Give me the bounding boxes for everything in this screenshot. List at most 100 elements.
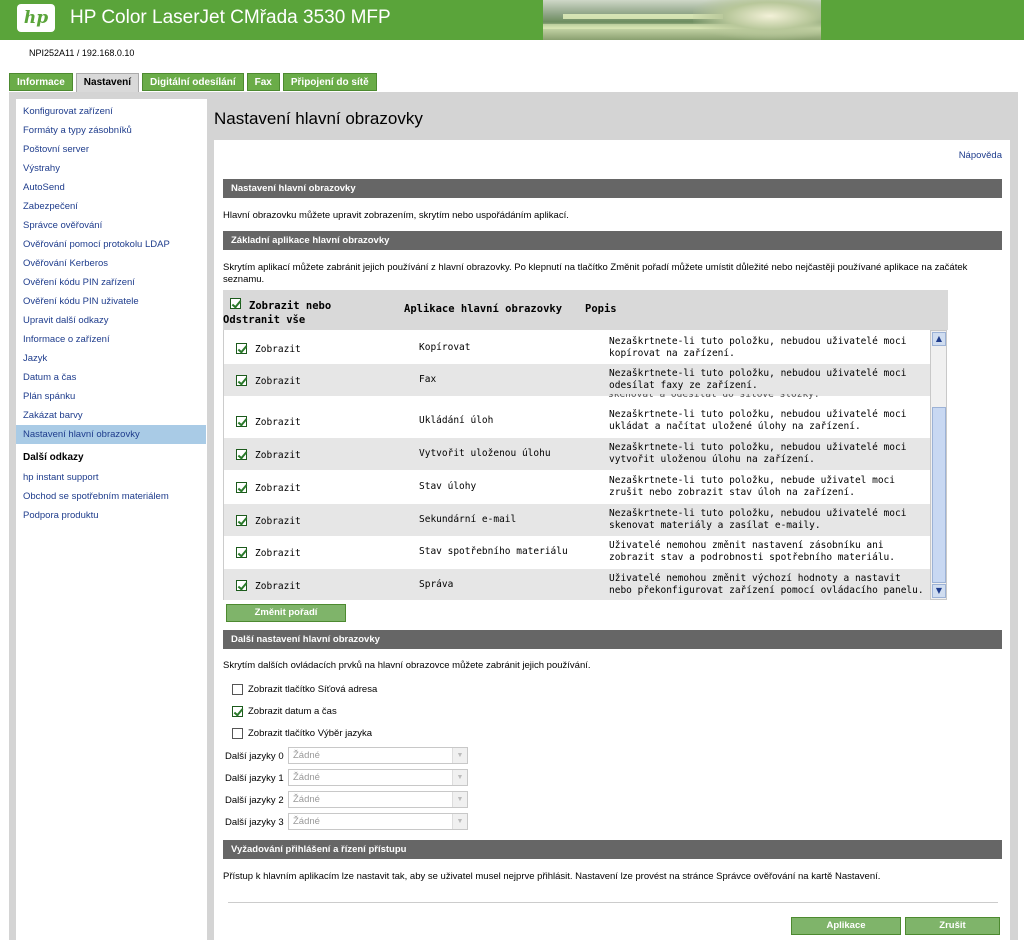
section-header-other-settings: Další nastavení hlavní obrazovky (223, 630, 1002, 649)
app-description: Uživatelé nemohou změnit nastavení zásob… (609, 540, 895, 563)
tab-digitalni-odesilani[interactable]: Digitální odesílání (142, 73, 244, 91)
show-checkbox[interactable] (236, 515, 247, 526)
language-3-label: Další jazyky 3 (225, 817, 284, 828)
header-bar: hp HP Color LaserJet CMřada 3530 MFP (0, 0, 1024, 40)
tab-fax[interactable]: Fax (246, 73, 280, 91)
show-checkbox[interactable] (236, 482, 247, 493)
network-address-checkbox[interactable] (232, 684, 243, 695)
table-row: Zobrazit Stav úlohy Nezaškrtnete-li tuto… (224, 471, 930, 503)
date-time-checkbox[interactable] (232, 706, 243, 717)
sidebar-item-plan-spanku[interactable]: Plán spánku (23, 391, 75, 402)
table-scrollbar[interactable]: ▲ ▼ (930, 330, 947, 600)
show-label: Zobrazit (255, 548, 301, 559)
apply-button[interactable]: Aplikace (791, 917, 901, 935)
sidebar-item-informace-o-zarizeni[interactable]: Informace o zařízení (23, 334, 110, 345)
app-name: Fax (419, 374, 437, 385)
sidebar-item-pin-zarizeni[interactable]: Ověření kódu PIN zařízení (23, 277, 135, 288)
apps-table-body: Zobrazit Kopírovat Nezaškrtnete-li tuto … (223, 330, 930, 600)
option-date-time[interactable]: Zobrazit datum a čas (232, 706, 337, 717)
app-description: Nezaškrtnete-li tuto položku, nebudou už… (609, 508, 907, 531)
show-checkbox[interactable] (236, 547, 247, 558)
select-value: Žádné (293, 794, 320, 805)
show-checkbox[interactable] (236, 580, 247, 591)
section-text-login: Přístup k hlavním aplikacím lze nastavit… (223, 871, 881, 882)
scroll-down-icon[interactable]: ▼ (932, 584, 946, 598)
show-label: Zobrazit (255, 417, 301, 428)
table-row: Zobrazit Ukládání úloh Nezaškrtnete-li t… (224, 405, 930, 437)
tab-nastaveni[interactable]: Nastavení (75, 73, 140, 93)
option-label: Zobrazit datum a čas (248, 706, 337, 718)
show-checkbox[interactable] (236, 375, 247, 386)
cancel-button[interactable]: Zrušit (905, 917, 1000, 935)
tab-informace[interactable]: Informace (9, 73, 73, 91)
sidebar-item-nastaveni-hlavni-obrazovky[interactable]: Nastavení hlavní obrazovky (23, 429, 140, 440)
sidebar-item-ldap[interactable]: Ověřování pomocí protokolu LDAP (23, 239, 170, 250)
language-2-select[interactable]: Žádné ▼ (288, 791, 468, 808)
show-checkbox[interactable] (236, 449, 247, 460)
help-link[interactable]: Nápověda (959, 150, 1002, 161)
show-checkbox[interactable] (236, 416, 247, 427)
select-value: Žádné (293, 816, 320, 827)
section-header-basic-apps: Základní aplikace hlavní obrazovky (223, 231, 1002, 250)
sidebar-link-hp-instant-support[interactable]: hp instant support (23, 472, 99, 483)
app-description: Nezaškrtnete-li tuto položku, nebudou už… (609, 442, 907, 465)
option-network-address[interactable]: Zobrazit tlačítko Síťová adresa (232, 684, 377, 695)
select-value: Žádné (293, 772, 320, 783)
hp-logo: hp (17, 4, 55, 32)
chevron-down-icon: ▼ (452, 792, 467, 807)
sidebar-item-konfigurovat-zarizeni[interactable]: Konfigurovat zařízení (23, 106, 113, 117)
col-show-all: Zobrazit nebo Odstranit vše (223, 300, 332, 326)
section-header-home-settings: Nastavení hlavní obrazovky (223, 179, 1002, 198)
show-label: Zobrazit (255, 483, 301, 494)
language-0-select[interactable]: Žádné ▼ (288, 747, 468, 764)
divider (228, 902, 998, 903)
sidebar-item-autosend[interactable]: AutoSend (23, 182, 65, 193)
tab-pripojeni-do-site[interactable]: Připojení do sítě (282, 73, 377, 91)
option-language-select[interactable]: Zobrazit tlačítko Výběr jazyka (232, 728, 372, 739)
sidebar-item-postovni-server[interactable]: Poštovní server (23, 144, 89, 155)
app-name: Stav spotřebního materiálu (419, 546, 568, 557)
show-checkbox[interactable] (236, 343, 247, 354)
show-label: Zobrazit (255, 344, 301, 355)
language-button-checkbox[interactable] (232, 728, 243, 739)
sidebar-item-zakazat-barvy[interactable]: Zakázat barvy (23, 410, 83, 421)
option-label: Zobrazit tlačítko Síťová adresa (248, 684, 378, 696)
reorder-button[interactable]: Změnit pořadí (226, 604, 346, 622)
sidebar-item-zabezpeceni[interactable]: Zabezpečení (23, 201, 78, 212)
sidebar-item-formaty-a-typy[interactable]: Formáty a typy zásobníků (23, 125, 132, 136)
table-row: Zobrazit Fax Nezaškrtnete-li tuto položk… (224, 364, 930, 396)
section-text-other-settings: Skrytím dalších ovládacích prvků na hlav… (223, 660, 591, 671)
col-app: Aplikace hlavní obrazovky (404, 303, 563, 315)
table-row: Zobrazit Kopírovat Nezaškrtnete-li tuto … (224, 332, 930, 364)
scroll-up-icon[interactable]: ▲ (932, 332, 946, 346)
app-description: Uživatelé nemohou změnit výchozí hodnoty… (609, 573, 924, 596)
sidebar-link-obchod[interactable]: Obchod se spotřebním materiálem (23, 491, 169, 502)
chevron-down-icon: ▼ (452, 770, 467, 785)
sidebar-link-podpora[interactable]: Podpora produktu (23, 510, 99, 521)
table-row: Zobrazit Správa Uživatelé nemohou změnit… (224, 569, 930, 600)
sidebar-item-pin-uzivatele[interactable]: Ověření kódu PIN uživatele (23, 296, 139, 307)
language-1-select[interactable]: Žádné ▼ (288, 769, 468, 786)
device-address: NPI252A11 / 192.168.0.10 (29, 48, 135, 58)
sidebar-item-jazyk[interactable]: Jazyk (23, 353, 47, 364)
show-label: Zobrazit (255, 450, 301, 461)
apps-table-header: Zobrazit nebo Odstranit vše Aplikace hla… (223, 290, 948, 330)
sidebar-item-spravce-overovani[interactable]: Správce ověřování (23, 220, 102, 231)
app-name: Sekundární e-mail (419, 514, 517, 525)
app-name: Kopírovat (419, 342, 471, 353)
header-banner-image (543, 0, 821, 40)
sidebar-item-datum-a-cas[interactable]: Datum a čas (23, 372, 76, 383)
show-label: Zobrazit (255, 516, 301, 527)
sidebar-item-kerberos[interactable]: Ověřování Kerberos (23, 258, 108, 269)
scroll-thumb[interactable] (932, 407, 946, 583)
option-label: Zobrazit tlačítko Výběr jazyka (248, 728, 373, 740)
language-3-select[interactable]: Žádné ▼ (288, 813, 468, 830)
sidebar-item-vystrahy[interactable]: Výstrahy (23, 163, 60, 174)
app-name: Stav úlohy (419, 481, 477, 492)
app-name: Vytvořit uloženou úlohu (419, 448, 551, 459)
section-text-basic-apps: Skrytím aplikací můžete zabránit jejich … (223, 262, 968, 285)
section-text-home-settings: Hlavní obrazovku můžete upravit zobrazen… (223, 210, 569, 221)
language-0-label: Další jazyky 0 (225, 751, 284, 762)
sidebar-item-upravit-odkazy[interactable]: Upravit další odkazy (23, 315, 109, 326)
chevron-down-icon: ▼ (452, 748, 467, 763)
